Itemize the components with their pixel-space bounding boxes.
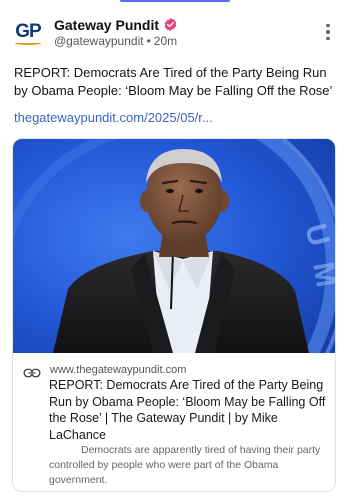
link-preview-card[interactable]: U M www.thegatewaypundit.com REPORT: Dem…: [12, 138, 336, 492]
post-time[interactable]: 20m: [154, 34, 177, 48]
avatar-swoosh: [15, 42, 41, 45]
author-block: Gateway Pundit @gatewaypundit • 20m: [54, 17, 318, 48]
avatar[interactable]: GP: [12, 16, 44, 48]
author-handle[interactable]: @gatewaypundit: [54, 34, 144, 48]
svg-text:M: M: [306, 259, 336, 289]
post-meta: @gatewaypundit • 20m: [54, 34, 318, 48]
more-vertical-icon[interactable]: [318, 20, 338, 44]
verified-badge-icon: [164, 17, 177, 32]
author-name[interactable]: Gateway Pundit: [54, 17, 159, 33]
link-icon: [23, 368, 41, 378]
top-accent-bar: [120, 0, 230, 2]
card-description: Democrats are apparently tired of having…: [49, 444, 321, 486]
meta-separator: •: [146, 33, 151, 48]
post-header: GP Gateway Pundit @gatewaypundit • 20m: [12, 12, 338, 52]
card-title[interactable]: REPORT: Democrats Are Tired of the Party…: [49, 377, 331, 443]
card-image[interactable]: U M: [13, 139, 336, 353]
post-link[interactable]: thegatewaypundit.com/2025/05/r...: [14, 110, 213, 125]
card-domain: www.thegatewaypundit.com: [50, 364, 187, 376]
avatar-logo-text: GP: [15, 21, 41, 42]
speaker-photo: U M: [13, 139, 336, 353]
post-text: REPORT: Democrats Are Tired of the Party…: [14, 65, 333, 98]
